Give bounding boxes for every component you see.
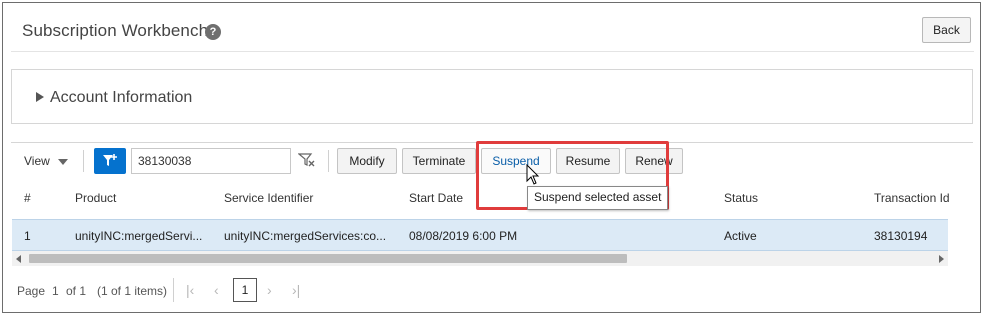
row-number-cell: 1	[24, 229, 31, 243]
scroll-right-icon[interactable]	[939, 255, 944, 263]
scrollbar-thumb[interactable]	[29, 254, 627, 263]
terminate-button[interactable]: Terminate	[402, 148, 476, 174]
status-cell: Active	[724, 229, 757, 243]
search-input[interactable]: 38130038	[131, 148, 291, 174]
pager-separator	[173, 278, 174, 302]
column-header-status[interactable]: Status	[724, 191, 758, 205]
chevron-down-icon	[57, 158, 68, 165]
column-header-number[interactable]: #	[24, 191, 31, 205]
last-page-icon[interactable]: ›|	[292, 282, 300, 298]
first-page-icon[interactable]: |‹	[186, 282, 194, 298]
previous-page-icon[interactable]: ‹	[214, 282, 219, 298]
column-header-service-identifier[interactable]: Service Identifier	[224, 191, 313, 205]
clear-filter-icon[interactable]	[297, 152, 316, 171]
column-header-transaction-id[interactable]: Transaction Id	[874, 191, 950, 205]
items-count: (1 of 1 items)	[97, 284, 168, 298]
view-menu[interactable]: View	[24, 154, 68, 168]
current-page-box[interactable]: 1	[233, 278, 257, 302]
page-number: 1	[52, 284, 59, 298]
help-icon[interactable]: ?	[205, 24, 221, 40]
service-identifier-cell: unityINC:mergedServices:co...	[224, 229, 387, 243]
toolbar-separator	[328, 150, 329, 172]
transaction-id-cell: 38130194	[874, 229, 928, 243]
header-divider	[11, 51, 974, 52]
view-label: View	[24, 154, 50, 168]
product-cell: unityINC:mergedServi...	[75, 229, 203, 243]
expand-triangle-icon[interactable]	[36, 92, 44, 102]
filter-button[interactable]	[94, 148, 126, 174]
horizontal-scrollbar[interactable]	[12, 251, 948, 266]
column-header-start-date[interactable]: Start Date	[409, 191, 463, 205]
scroll-left-icon[interactable]	[16, 255, 21, 263]
mouse-pointer-icon	[526, 163, 540, 189]
start-date-cell: 08/08/2019 6:00 PM	[409, 229, 518, 243]
account-information-section[interactable]: Account Information	[11, 69, 973, 124]
page-count: of 1	[66, 284, 87, 298]
column-header-product[interactable]: Product	[75, 191, 116, 205]
page-title: Subscription Workbench:	[22, 21, 213, 40]
next-page-icon[interactable]: ›	[267, 282, 272, 298]
modify-button[interactable]: Modify	[337, 148, 397, 174]
page-label: Page	[17, 284, 46, 298]
back-button[interactable]: Back	[922, 17, 971, 43]
filter-plus-icon	[103, 154, 117, 166]
suspend-tooltip: Suspend selected asset	[527, 186, 669, 210]
toolbar-separator	[83, 150, 84, 172]
account-information-label: Account Information	[50, 89, 193, 106]
